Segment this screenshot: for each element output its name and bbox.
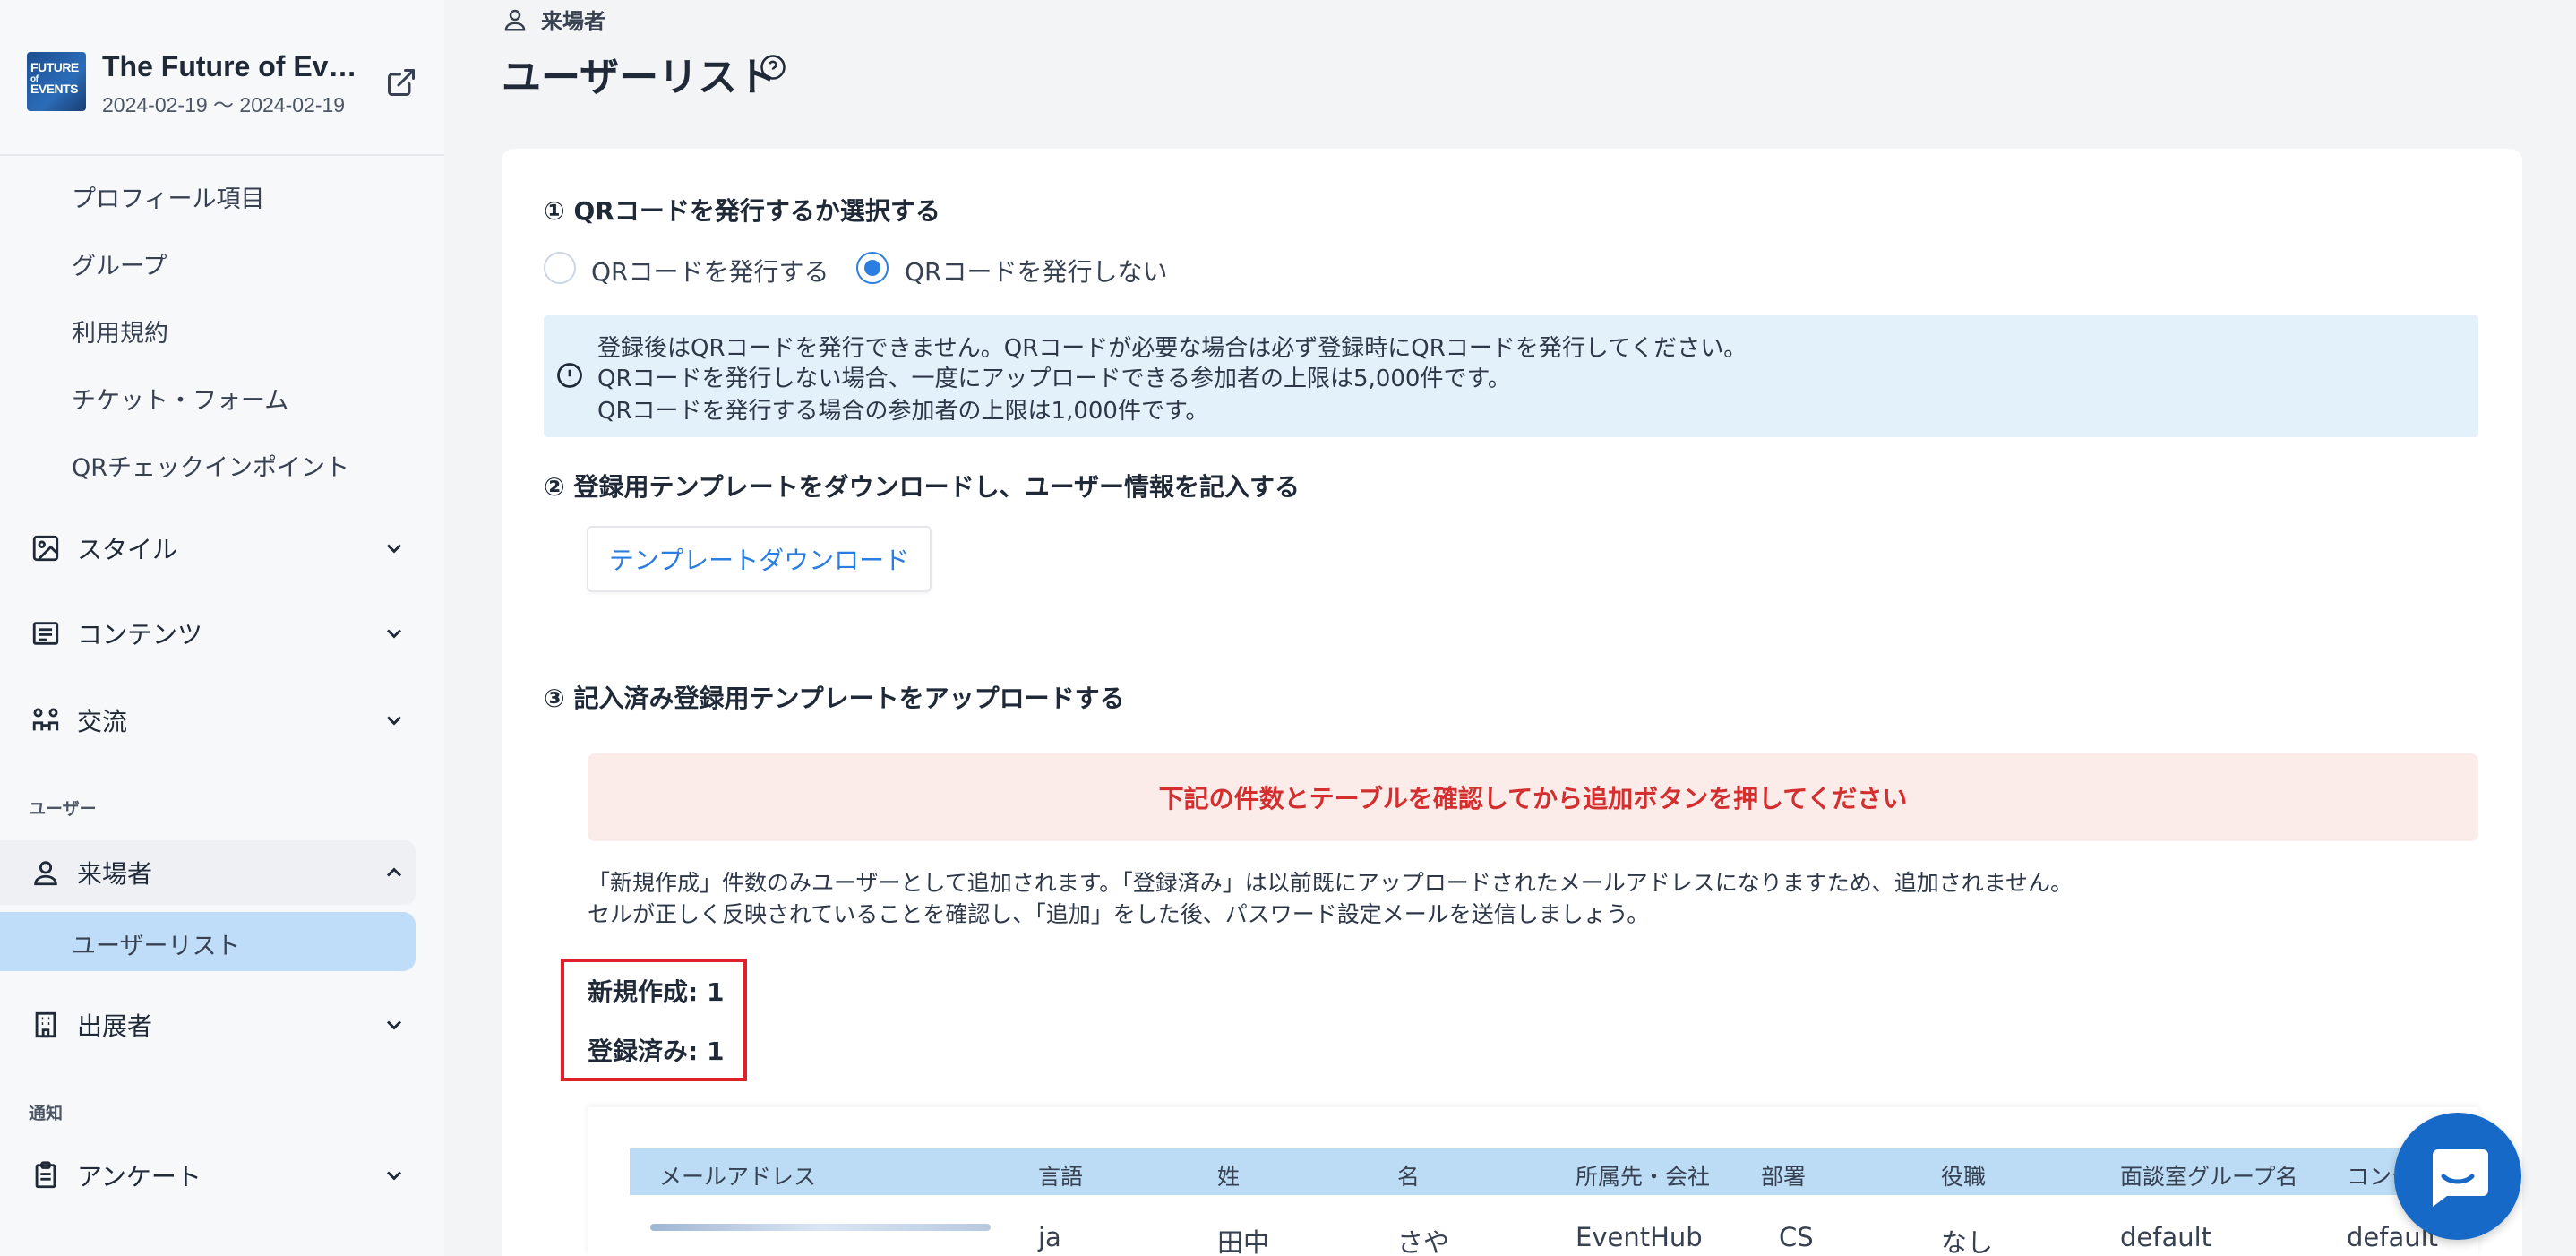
chat-support-button[interactable] — [2394, 1113, 2521, 1240]
chevron-up-icon — [386, 867, 402, 877]
radio-issue-qr-label[interactable]: QRコードを発行する — [591, 253, 829, 288]
chevron-down-icon — [386, 544, 402, 554]
sidebar-section-users: ユーザー — [29, 799, 97, 819]
radio-issue-qr[interactable] — [544, 252, 576, 284]
cell-language: ja — [1038, 1222, 1061, 1252]
sidebar-item-profile-fields[interactable]: プロフィール項目 — [72, 179, 264, 214]
cell-department: CS — [1779, 1222, 1814, 1252]
sidebar-section-notifications: 通知 — [29, 1104, 64, 1123]
step1-title: ① QRコードを発行するか選択する — [544, 196, 940, 226]
cell-first-name: さや — [1397, 1227, 1450, 1256]
cell-last-name: 田中 — [1217, 1227, 1270, 1256]
col-language: 言語 — [1038, 1164, 1084, 1190]
sidebar-group-visitors[interactable]: 来場者 — [30, 847, 407, 898]
user-icon — [34, 861, 57, 886]
chat-icon — [2433, 1149, 2488, 1207]
alert-circle-icon — [557, 363, 582, 388]
clipboard-icon — [35, 1161, 56, 1189]
event-header: FUTURE of EVENTS The Future of Events 20… — [0, 0, 444, 156]
image-icon — [32, 535, 59, 562]
sidebar-item-qr-checkin[interactable]: QRチェックインポイント — [72, 448, 349, 483]
step2-title: ② 登録用テンプレートをダウンロードし、ユーザー情報を記入する — [544, 472, 1301, 502]
chevron-down-icon — [386, 716, 402, 726]
sidebar-item-terms[interactable]: 利用規約 — [72, 314, 168, 348]
radio-no-qr-label[interactable]: QRコードを発行しない — [905, 253, 1168, 288]
sidebar: FUTURE of EVENTS The Future of Events 20… — [0, 0, 444, 1256]
chevron-down-icon — [386, 629, 402, 639]
page-title: ユーザーリスト — [502, 55, 777, 100]
help-icon[interactable] — [760, 54, 786, 81]
radio-no-qr[interactable] — [856, 252, 889, 284]
info-box: 登録後はQRコードを発行できません。QRコードが必要な場合は必ず登録時にQRコー… — [544, 315, 2478, 437]
sidebar-item-tickets-forms[interactable]: チケット・フォーム — [72, 381, 288, 416]
new-count: 新規作成: 1 — [588, 977, 725, 1007]
info-line-1: 登録後はQRコードを発行できません。QRコードが必要な場合は必ず登録時にQRコー… — [597, 335, 1747, 362]
user-icon — [504, 9, 526, 30]
col-company: 所属先・会社 — [1576, 1164, 1711, 1190]
cell-meeting-group: default — [2120, 1222, 2212, 1252]
event-dates: 2024-02-19 〜 2024-02-19 — [102, 93, 346, 116]
cell-position: なし — [1941, 1227, 1994, 1256]
note-line-1: 「新規作成」件数のみユーザーとして追加されます。「登録済み」は以前既にアップロー… — [588, 870, 2074, 896]
sidebar-group-survey[interactable]: アンケート — [30, 1150, 407, 1200]
event-title: The Future of Events — [102, 50, 371, 82]
event-logo: FUTURE of EVENTS — [27, 52, 86, 111]
info-line-3: QRコードを発行する場合の参加者の上限は1,000件です。 — [597, 398, 1209, 425]
template-download-button[interactable]: テンプレートダウンロード — [587, 526, 932, 592]
sidebar-item-user-list-label: ユーザーリスト — [72, 933, 241, 960]
building-icon — [35, 1011, 56, 1038]
warning-banner: 下記の件数とテーブルを確認してから追加ボタンを押してください — [588, 753, 2478, 841]
list-icon — [32, 622, 59, 645]
step3-title: ③ 記入済み登録用テンプレートをアップロードする — [544, 684, 1125, 713]
chevron-down-icon — [386, 1020, 402, 1030]
sidebar-item-groups[interactable]: グループ — [72, 246, 167, 281]
sidebar-group-exchange[interactable]: 交流 — [30, 695, 407, 745]
col-first-name: 名 — [1397, 1164, 1421, 1190]
cell-company: EventHub — [1576, 1222, 1703, 1252]
col-email: メールアドレス — [659, 1164, 817, 1190]
note-line-2: セルが正しく反映されていることを確認し、「追加」をした後、パスワード設定メールを… — [588, 901, 1650, 927]
registered-count: 登録済み: 1 — [588, 1037, 725, 1066]
external-link-icon[interactable] — [385, 66, 417, 99]
sidebar-group-contents[interactable]: コンテンツ — [30, 608, 407, 658]
networking-icon — [32, 708, 59, 731]
chevron-down-icon — [386, 1171, 402, 1181]
col-last-name: 姓 — [1217, 1164, 1241, 1190]
info-line-2: QRコードを発行しない場合、一度にアップロードできる参加者の上限は5,000件で… — [597, 366, 1511, 392]
col-position: 役職 — [1941, 1164, 1987, 1190]
breadcrumb-label: 来場者 — [541, 9, 605, 34]
redacted-email — [650, 1224, 991, 1231]
sidebar-group-style[interactable]: スタイル — [30, 523, 407, 573]
col-meeting-group: 面談室グループ名 — [2120, 1164, 2298, 1190]
col-department: 部署 — [1761, 1164, 1807, 1190]
breadcrumb: 来場者 — [502, 4, 605, 35]
sidebar-group-exhibitors[interactable]: 出展者 — [30, 1000, 407, 1050]
